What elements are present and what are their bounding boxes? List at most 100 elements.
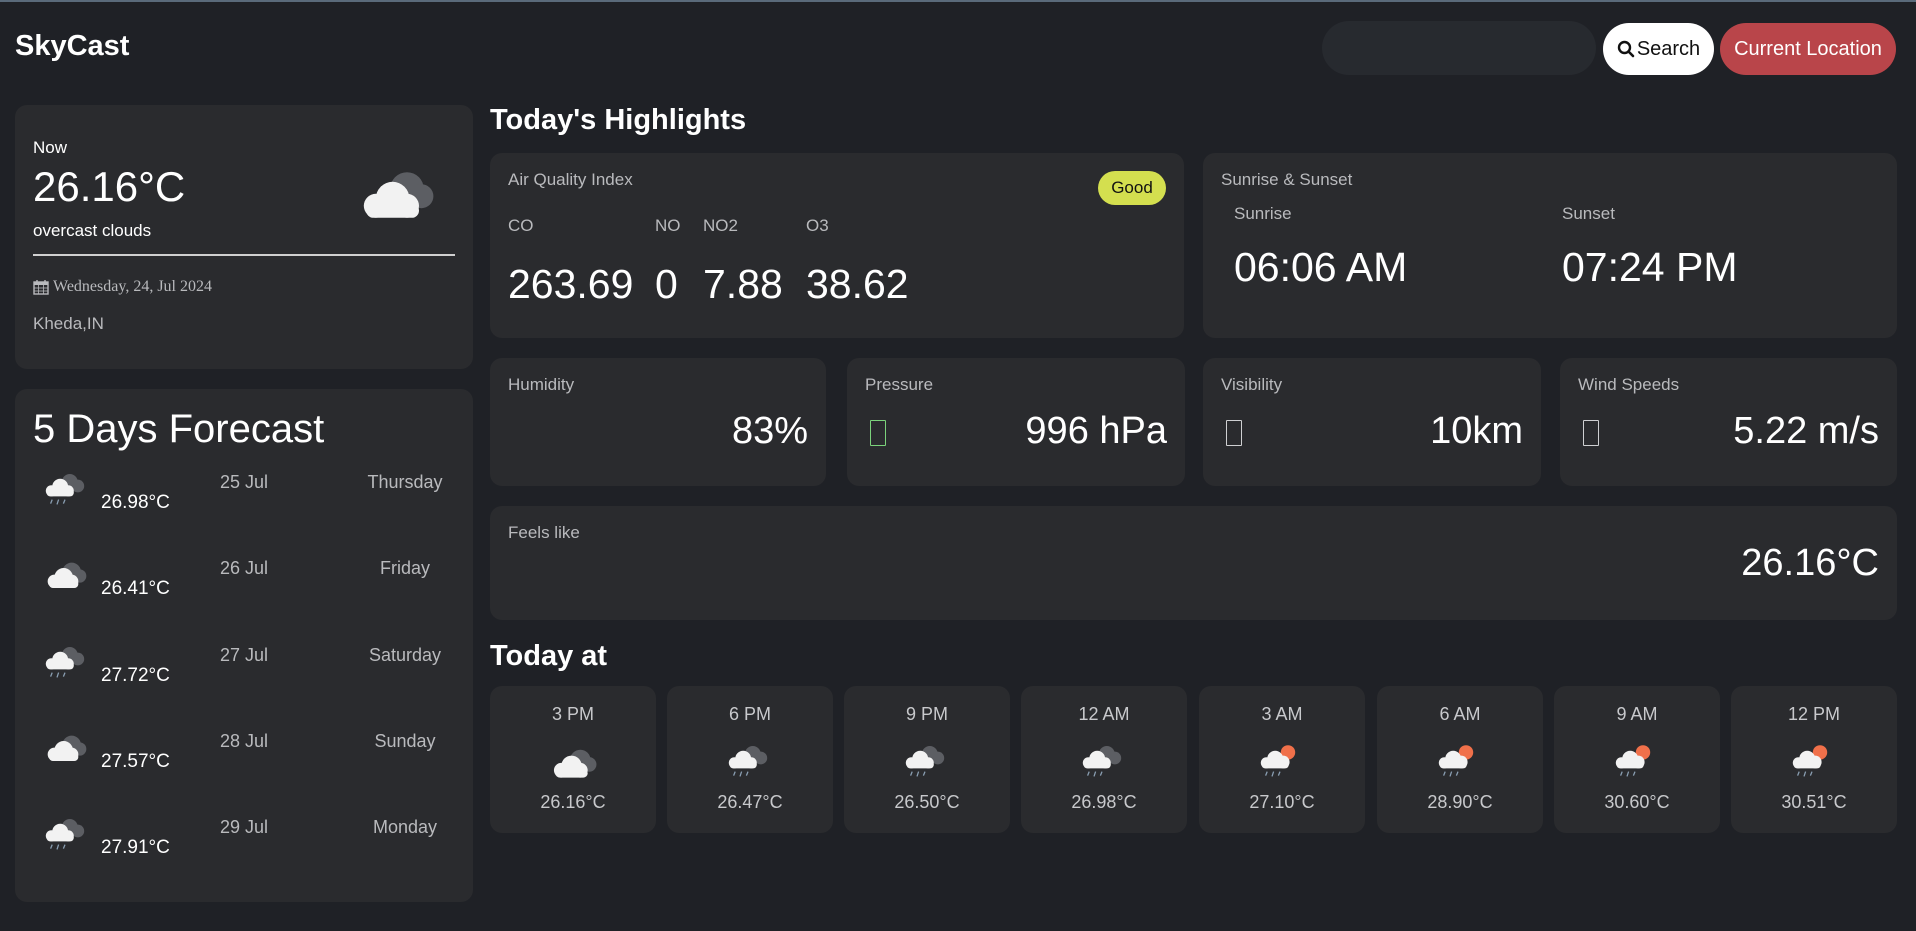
forecast-temp: 27.91°C xyxy=(101,837,170,858)
forecast-row: 26.41°C 26 Jul Friday xyxy=(15,552,473,622)
overcast-clouds-icon xyxy=(47,735,87,761)
hour-time: 3 AM xyxy=(1261,704,1303,724)
hour-temp: 26.98°C xyxy=(1071,792,1137,812)
forecast-day: Thursday xyxy=(367,472,443,492)
current-location: Kheda,IN xyxy=(33,314,104,333)
sun-rain-icon xyxy=(1792,744,1828,778)
hour-time: 12 PM xyxy=(1787,704,1841,724)
search-icon xyxy=(1617,40,1635,58)
aqi-label: Air Quality Index xyxy=(508,170,633,189)
sunset-time: 07:24 PM xyxy=(1562,244,1738,290)
forecast-row: 27.91°C 29 Jul Monday xyxy=(15,811,473,881)
forecast-day: Friday xyxy=(379,558,430,578)
hourly-card: 6 AM 28.90°C xyxy=(1377,686,1543,833)
search-input[interactable] xyxy=(1322,21,1596,75)
hour-temp: 27.10°C xyxy=(1249,792,1315,812)
aqi-o3-value: 38.62 xyxy=(806,261,909,307)
light-rain-icon xyxy=(728,745,768,778)
wind-speed-card: Wind Speeds 5.22 m/s xyxy=(1560,358,1897,486)
visibility-icon xyxy=(1226,420,1242,446)
header: SkyCast Search Current Location xyxy=(0,2,1916,92)
aqi-o3-label: O3 xyxy=(806,216,829,235)
hour-time: 9 AM xyxy=(1616,704,1658,724)
hourly-card: 3 AM 27.10°C xyxy=(1199,686,1365,833)
hourly-card: 12 AM 26.98°C xyxy=(1021,686,1187,833)
visibility-value: 10km xyxy=(1430,410,1523,452)
forecast-date: 29 Jul xyxy=(220,817,269,837)
forecast-date: 25 Jul xyxy=(220,472,269,492)
sun-rain-icon xyxy=(1260,744,1296,778)
visibility-card: Visibility 10km xyxy=(1203,358,1541,486)
hour-temp: 26.47°C xyxy=(717,792,783,812)
forecast-temp: 27.57°C xyxy=(101,751,170,772)
forecast-title: 5 Days Forecast xyxy=(33,407,325,451)
pressure-value: 996 hPa xyxy=(1025,410,1167,452)
humidity-card: Humidity 83% xyxy=(490,358,826,486)
sun-card-label: Sunrise & Sunset xyxy=(1221,170,1353,189)
light-rain-icon xyxy=(45,473,85,506)
hourly-card: 6 PM 26.47°C xyxy=(667,686,833,833)
aqi-status-badge: Good xyxy=(1098,171,1166,205)
hour-temp: 30.51°C xyxy=(1781,792,1847,812)
forecast-row: 27.72°C 27 Jul Saturday xyxy=(15,639,473,709)
forecast-temp: 27.72°C xyxy=(101,665,170,686)
current-location-button[interactable]: Current Location xyxy=(1720,23,1896,75)
hour-time: 9 PM xyxy=(905,704,948,724)
forecast-row: 27.57°C 28 Jul Sunday xyxy=(15,725,473,795)
current-weather-card: Now 26.16°C overcast clouds Wednesday, 2… xyxy=(15,105,473,369)
hour-time: 6 AM xyxy=(1439,704,1481,724)
divider xyxy=(33,254,455,256)
forecast-day: Sunday xyxy=(374,731,436,751)
pressure-icon xyxy=(870,420,886,446)
hour-time: 12 AM xyxy=(1078,704,1130,724)
aqi-no-label: NO xyxy=(655,216,681,235)
forecast-temp: 26.41°C xyxy=(101,578,170,599)
aqi-co-label: CO xyxy=(508,216,534,235)
aqi-no2-label: NO2 xyxy=(703,216,738,235)
search-button-label: Search xyxy=(1636,37,1701,60)
hourly-card: 3 PM 26.16°C xyxy=(490,686,656,833)
overcast-clouds-icon xyxy=(553,749,597,778)
hour-time: 3 PM xyxy=(551,704,594,724)
sunrise-sunset-card: Sunrise & Sunset Sunrise Sunset 06:06 AM… xyxy=(1203,153,1897,338)
forecast-day: Saturday xyxy=(368,645,442,665)
light-rain-icon xyxy=(905,745,945,778)
wind-label: Wind Speeds xyxy=(1578,375,1680,394)
hourly-card: 12 PM 30.51°C xyxy=(1731,686,1897,833)
forecast-date: 26 Jul xyxy=(220,558,269,578)
forecast-card: 5 Days Forecast 26.98°C 25 Jul Thursday … xyxy=(15,389,473,902)
light-rain-icon xyxy=(45,818,85,851)
light-rain-icon xyxy=(45,646,85,679)
sunrise-time: 06:06 AM xyxy=(1234,244,1408,290)
air-quality-card: Air Quality Index Good CO NO NO2 O3 263.… xyxy=(490,153,1184,338)
current-date: Wednesday, 24, Jul 2024 xyxy=(33,278,212,296)
hour-temp: 26.16°C xyxy=(540,792,606,812)
light-rain-icon xyxy=(1082,745,1122,778)
search-button[interactable]: Search xyxy=(1603,23,1714,75)
calendar-icon xyxy=(33,280,49,295)
forecast-temp: 26.98°C xyxy=(101,492,170,513)
hourly-card: 9 PM 26.50°C xyxy=(844,686,1010,833)
sun-rain-icon xyxy=(1438,744,1474,778)
highlights-title: Today's Highlights xyxy=(490,104,747,136)
aqi-no2-value: 7.88 xyxy=(703,261,783,307)
forecast-row: 26.98°C 25 Jul Thursday xyxy=(15,466,473,536)
current-temperature: 26.16°C xyxy=(33,163,186,210)
humidity-label: Humidity xyxy=(508,375,575,394)
hour-temp: 30.60°C xyxy=(1604,792,1670,812)
aqi-no-value: 0 xyxy=(655,261,678,307)
hour-time: 6 PM xyxy=(728,704,771,724)
feels-like-value: 26.16°C xyxy=(1741,542,1879,584)
aqi-co-value: 263.69 xyxy=(508,261,634,307)
forecast-date: 28 Jul xyxy=(220,731,269,751)
hour-temp: 28.90°C xyxy=(1427,792,1493,812)
sunset-label: Sunset xyxy=(1562,204,1615,223)
pressure-card: Pressure 996 hPa xyxy=(847,358,1185,486)
humidity-value: 83% xyxy=(731,410,808,452)
feels-like-label: Feels like xyxy=(508,523,580,542)
forecast-date: 27 Jul xyxy=(220,645,269,665)
forecast-day: Monday xyxy=(372,817,438,837)
overcast-clouds-icon xyxy=(363,172,434,218)
wind-value: 5.22 m/s xyxy=(1733,410,1879,452)
hour-temp: 26.50°C xyxy=(894,792,960,812)
